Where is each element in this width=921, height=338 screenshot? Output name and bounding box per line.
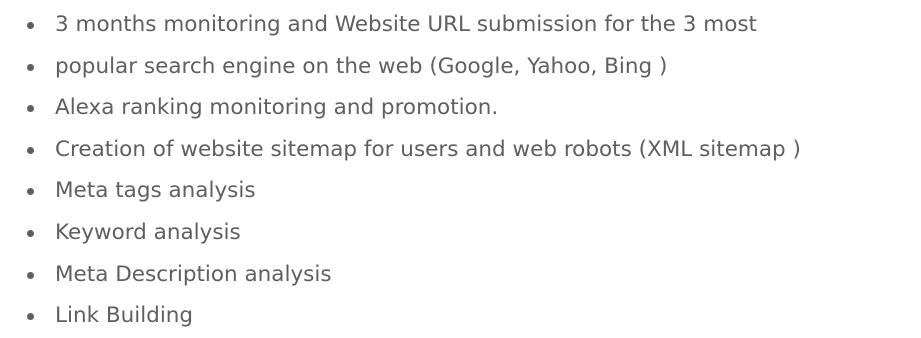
bullet-icon (27, 63, 34, 71)
list-item-text: Alexa ranking monitoring and promotion. (55, 95, 499, 121)
list-item: Keyword analysis (0, 212, 921, 254)
list-item-text: Meta tags analysis (55, 178, 256, 204)
list-item: Meta tags analysis (0, 170, 921, 212)
bullet-icon (27, 22, 34, 29)
list-item-text: Link Building (55, 303, 194, 329)
seo-services-list: 3 months monitoring and Website URL subm… (0, 4, 921, 337)
list-item-text: Creation of website sitemap for users an… (55, 136, 801, 162)
list-item-text: Keyword analysis (55, 219, 241, 245)
bullet-icon (27, 146, 34, 154)
list-item: Meta Description analysis (0, 254, 921, 296)
bullet-icon (27, 229, 34, 237)
list-item-text: 3 months monitoring and Website URL subm… (55, 12, 757, 37)
bullet-icon (27, 271, 34, 279)
list-item: 3 months monitoring and Website URL subm… (0, 4, 921, 46)
list-item-text: popular search engine on the web (Google… (55, 53, 668, 79)
list-item: popular search engine on the web (Google… (0, 46, 921, 88)
list-item: Alexa ranking monitoring and promotion. (0, 87, 921, 129)
list-item-text: Meta Description analysis (55, 261, 332, 287)
list-item: Creation of website sitemap for users an… (0, 129, 921, 171)
bullet-icon (27, 313, 34, 321)
bullet-icon (27, 188, 34, 196)
list-item: Link Building (0, 295, 921, 337)
bullet-icon (27, 105, 34, 113)
